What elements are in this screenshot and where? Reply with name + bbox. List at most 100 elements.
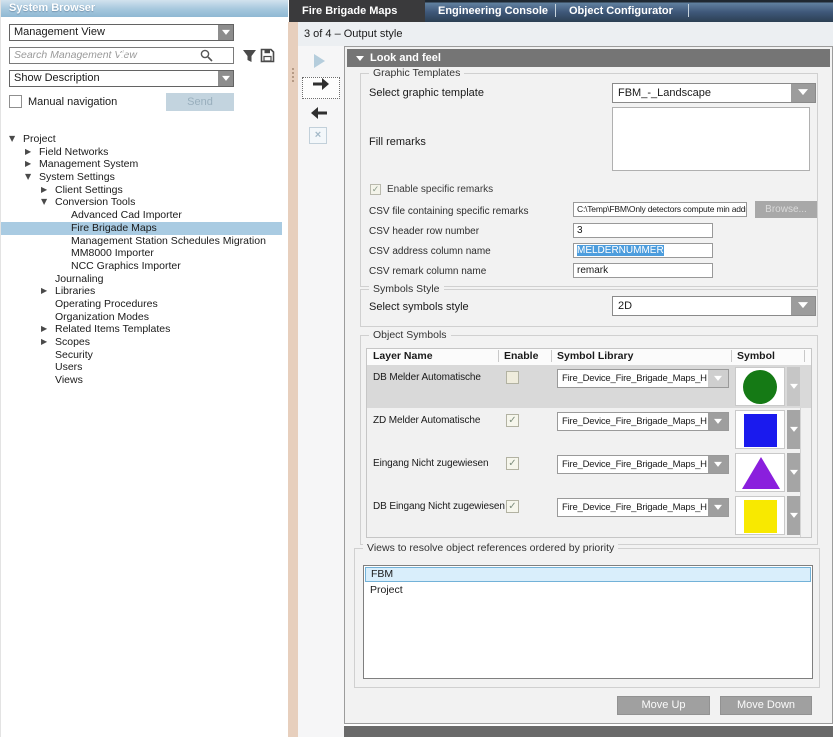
dropdown-arrow-icon[interactable] [791, 84, 815, 102]
tree-item[interactable]: Advanced Cad Importer [1, 209, 282, 222]
tree-item[interactable]: ▼System Settings [1, 171, 282, 184]
symbol-preview[interactable] [735, 453, 785, 492]
system-browser-panel: System Browser Management View Search Ma… [0, 0, 288, 737]
tab-separator [688, 4, 689, 17]
symbols-style-legend: Symbols Style [369, 283, 444, 295]
dropdown-arrow-icon[interactable] [708, 499, 728, 516]
wizard-nav-strip: × [298, 46, 344, 737]
enable-checkbox[interactable]: ✓ [506, 500, 519, 513]
tab-fire-brigade-maps[interactable]: Fire Brigade Maps [289, 0, 425, 22]
symbol-dropdown-arrow-icon[interactable] [787, 496, 800, 535]
tree-item[interactable]: ▶Scopes [1, 336, 282, 349]
move-down-button[interactable]: Move Down [720, 696, 812, 715]
next-step-button[interactable] [302, 77, 340, 99]
expander-icon[interactable]: ▶ [41, 323, 55, 336]
csv-remark-column-input[interactable]: remark [573, 263, 713, 278]
csv-file-input[interactable]: C:\Temp\FBM\Only detectors compute min a… [573, 202, 747, 217]
object-symbols-row[interactable]: ZD Melder Automatische ✓ Fire_Device_Fir… [367, 408, 811, 451]
output-style-panel: Look and feel Graphic Templates Select g… [344, 46, 833, 724]
views-priority-list[interactable]: FBM Project [363, 565, 813, 679]
panel-splitter[interactable] [288, 22, 298, 737]
move-up-button[interactable]: Move Up [617, 696, 710, 715]
symbol-library-dropdown[interactable]: Fire_Device_Fire_Brigade_Maps_HQ_1 [557, 412, 729, 431]
symbol-dropdown-arrow-icon[interactable] [787, 367, 800, 406]
send-button[interactable]: Send [166, 93, 234, 111]
layer-name: ZD Melder Automatische [373, 415, 480, 426]
enable-checkbox[interactable]: ✓ [506, 457, 519, 470]
manual-navigation-checkbox[interactable] [9, 95, 22, 108]
tab-object-configurator[interactable]: Object Configurator [556, 0, 688, 22]
save-icon[interactable] [260, 48, 275, 66]
management-view-dropdown[interactable]: Management View [9, 24, 234, 41]
symbols-style-dropdown[interactable]: 2D [612, 296, 816, 316]
browse-button[interactable]: Browse... [755, 201, 817, 218]
tree-item[interactable]: Operating Procedures [1, 298, 282, 311]
manual-navigation-label: Manual navigation [28, 96, 117, 108]
tree-item[interactable]: ▶Related Items Templates [1, 323, 282, 336]
graphic-template-dropdown[interactable]: FBM_-_Landscape [612, 83, 816, 103]
show-description-dropdown[interactable]: Show Description [9, 70, 234, 87]
tree-item[interactable]: NCC Graphics Importer [1, 260, 282, 273]
tree-item[interactable]: Organization Modes [1, 311, 282, 324]
tree-item[interactable]: MM8000 Importer [1, 247, 282, 260]
look-and-feel-section-header[interactable]: Look and feel [347, 49, 830, 67]
tree-item[interactable]: Users [1, 361, 282, 374]
symbol-library-dropdown[interactable]: Fire_Device_Fire_Brigade_Maps_HQ_1 [557, 455, 729, 474]
dropdown-arrow-icon[interactable] [708, 370, 728, 387]
enable-specific-remarks-checkbox[interactable]: ✓ [370, 184, 381, 195]
symbol-preview[interactable] [735, 410, 785, 449]
search-input[interactable]: Search Management View [9, 47, 234, 64]
expander-icon[interactable]: ▶ [25, 146, 39, 159]
symbol-preview[interactable] [735, 367, 785, 406]
dropdown-arrow-icon[interactable] [218, 25, 233, 40]
tree-item[interactable]: ▼Project [1, 133, 282, 146]
tree-item-selected[interactable]: Fire Brigade Maps [1, 222, 282, 235]
tree-item[interactable]: ▶Field Networks [1, 146, 282, 159]
dropdown-arrow-icon[interactable] [708, 456, 728, 473]
tree-item[interactable]: ▶Management System [1, 158, 282, 171]
list-item[interactable]: Project [364, 583, 812, 598]
object-symbols-row[interactable]: Eingang Nicht zugewiesen ✓ Fire_Device_F… [367, 451, 811, 494]
previous-step-button[interactable] [310, 107, 328, 122]
symbol-dropdown-arrow-icon[interactable] [787, 410, 800, 449]
play-icon[interactable] [314, 54, 325, 68]
tree-item[interactable]: ▶Libraries [1, 285, 282, 298]
table-header: Layer Name Enable Symbol Library Symbol [367, 349, 811, 366]
expander-icon[interactable]: ▶ [41, 336, 55, 349]
dropdown-arrow-icon[interactable] [791, 297, 815, 315]
arrow-right-icon [312, 78, 330, 90]
search-icon[interactable] [200, 49, 213, 65]
expander-icon[interactable]: ▶ [41, 184, 55, 197]
symbol-library-value: Fire_Device_Fire_Brigade_Maps_HQ_1 [558, 370, 707, 387]
enable-checkbox[interactable]: ✓ [506, 414, 519, 427]
expander-icon[interactable]: ▼ [41, 196, 55, 209]
tree-item[interactable]: ▶Client Settings [1, 184, 282, 197]
tree-item[interactable]: Views [1, 374, 282, 387]
expander-icon[interactable]: ▼ [25, 171, 39, 184]
enable-checkbox[interactable] [506, 371, 519, 384]
tree-item[interactable]: Security [1, 349, 282, 362]
filter-icon[interactable] [242, 49, 257, 66]
horizontal-scrollbar[interactable] [344, 726, 833, 737]
symbol-preview[interactable] [735, 496, 785, 535]
tree-item[interactable]: Journaling [1, 273, 282, 286]
csv-file-label: CSV file containing specific remarks [369, 206, 529, 217]
symbol-library-dropdown[interactable]: Fire_Device_Fire_Brigade_Maps_HQ_1 [557, 369, 729, 388]
expander-icon[interactable]: ▶ [25, 158, 39, 171]
csv-address-column-input[interactable]: MELDERNUMMER [573, 243, 713, 258]
dropdown-arrow-icon[interactable] [218, 71, 233, 86]
fill-remarks-textarea[interactable] [612, 107, 810, 171]
symbol-library-dropdown[interactable]: Fire_Device_Fire_Brigade_Maps_HQ_1 [557, 498, 729, 517]
expander-icon[interactable]: ▶ [41, 285, 55, 298]
list-item-selected[interactable]: FBM [365, 567, 811, 582]
dropdown-arrow-icon[interactable] [708, 413, 728, 430]
tree-item[interactable]: Management Station Schedules Migration [1, 235, 282, 248]
tab-engineering-console[interactable]: Engineering Console [425, 0, 555, 22]
tree-item[interactable]: ▼Conversion Tools [1, 196, 282, 209]
cancel-wizard-button[interactable]: × [309, 127, 327, 144]
object-symbols-row[interactable]: DB Eingang Nicht zugewiesen ✓ Fire_Devic… [367, 494, 811, 537]
symbol-dropdown-arrow-icon[interactable] [787, 453, 800, 492]
csv-header-row-input[interactable]: 3 [573, 223, 713, 238]
object-symbols-row[interactable]: DB Melder Automatische Fire_Device_Fire_… [367, 365, 811, 408]
expander-icon[interactable]: ▼ [9, 133, 23, 146]
